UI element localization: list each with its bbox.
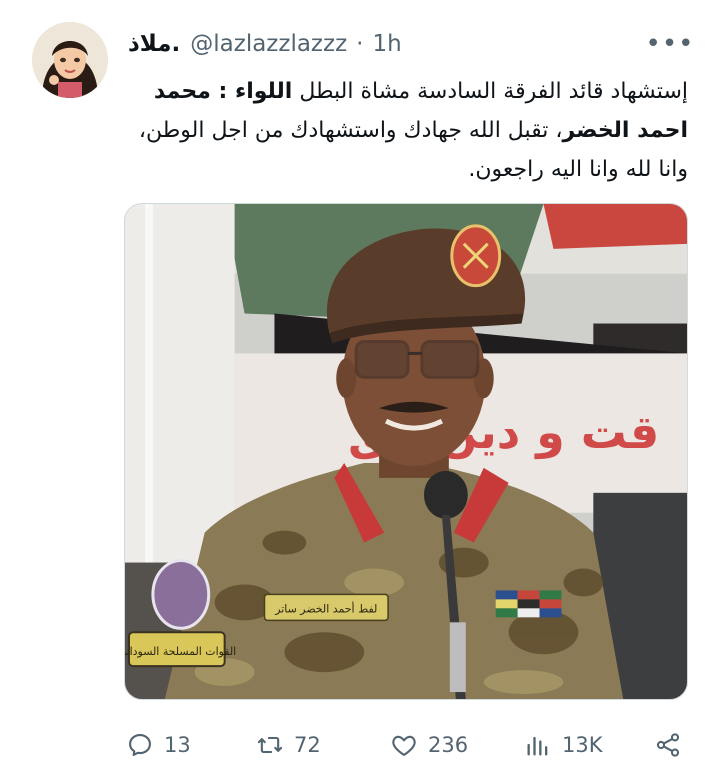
officer-photo: قت و دين حق القوات المسلحة السودانية لفط…: [125, 204, 687, 699]
tweet-text-line-1: إستشهاد قائد الفرقة السادسة مشاة البطل ا…: [126, 72, 688, 111]
reply-button[interactable]: 13: [126, 718, 191, 772]
text-segment: وانا لله وانا اليه راجعون.: [468, 157, 688, 182]
views-count: 13K: [562, 733, 603, 757]
views-button[interactable]: 13K: [524, 718, 603, 772]
tweet-timestamp[interactable]: 1h: [372, 31, 401, 57]
heart-icon: [392, 735, 416, 756]
more-options-icon[interactable]: •••: [646, 29, 694, 59]
share-button[interactable]: [654, 718, 682, 772]
tweet-text: إستشهاد قائد الفرقة السادسة مشاة البطل ا…: [126, 72, 688, 189]
tweet-media-photo[interactable]: قت و دين حق القوات المسلحة السودانية لفط…: [124, 203, 688, 700]
user-handle[interactable]: @lazlazzlazzz: [190, 31, 347, 57]
avatar-cartoon-woman-image: [32, 22, 108, 98]
display-name[interactable]: ملاذ.: [128, 31, 180, 57]
retweet-button[interactable]: 72: [256, 718, 321, 772]
nametag-text: لفط أحمد الخضر ساتر: [274, 601, 377, 615]
text-segment-bold: احمد الخضر: [562, 118, 688, 143]
medal-ribbons: [495, 590, 562, 618]
views-icon: [527, 736, 548, 756]
tweet-header: ملاذ. @lazlazzlazzz · 1h: [128, 27, 402, 61]
tweet-action-bar: 13 72 236 13K: [0, 718, 720, 772]
shoulder-patch-text: القوات المسلحة السودانية: [125, 645, 236, 658]
text-segment: ، تقبل الله جهادك واستشهادك من اجل الوطن…: [138, 118, 563, 143]
retweet-icon: [257, 736, 283, 754]
header-separator: ·: [356, 31, 364, 57]
tweet-text-line-3: وانا لله وانا اليه راجعون.: [126, 150, 688, 189]
more-options-label: •••: [645, 29, 695, 59]
like-button[interactable]: 236: [390, 718, 468, 772]
text-segment-bold: اللواء : محمد: [153, 79, 293, 104]
share-icon: [656, 733, 680, 757]
reply-count: 13: [164, 733, 191, 757]
retweet-count: 72: [294, 733, 321, 757]
avatar[interactable]: [32, 22, 108, 98]
tweet-text-line-2: احمد الخضر، تقبل الله جهادك واستشهادك من…: [126, 111, 688, 150]
like-count: 236: [428, 733, 469, 757]
text-segment: إستشهاد قائد الفرقة السادسة مشاة البطل: [292, 79, 688, 104]
reply-icon: [129, 734, 151, 756]
